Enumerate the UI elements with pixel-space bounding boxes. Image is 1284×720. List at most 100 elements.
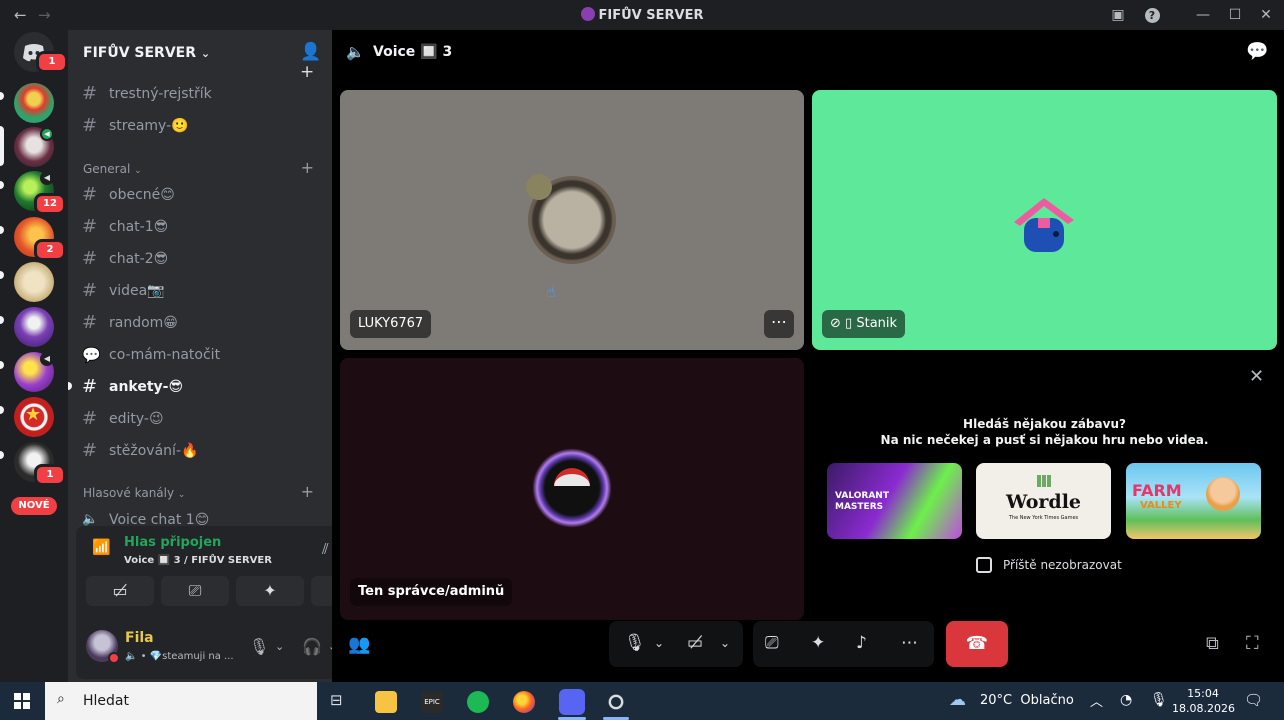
- activity-card-valorant[interactable]: VALORANT MASTERS: [827, 463, 962, 539]
- share-screen-button[interactable]: ⎚: [161, 576, 229, 606]
- server-clown[interactable]: [14, 83, 54, 123]
- hang-up-icon: ☎: [965, 633, 989, 654]
- server-red-star[interactable]: ★: [14, 397, 54, 437]
- microphone-icon[interactable]: 🎙: [249, 637, 269, 656]
- soundboard-icon[interactable]: ♪: [856, 633, 867, 653]
- discord-home-button[interactable]: 1: [14, 32, 68, 73]
- voice-status[interactable]: Hlas připojen: [124, 535, 221, 550]
- weather-text[interactable]: 20°C Oblačno: [980, 693, 1074, 708]
- category-general[interactable]: General ⌄: [83, 162, 142, 176]
- user-name[interactable]: Fila: [125, 630, 154, 646]
- channel-item[interactable]: # chat-1😎: [76, 212, 322, 242]
- title-bar: ← → FIFŮV SERVER ▣ ? — ☐ ✕: [0, 0, 1284, 30]
- wifi-icon[interactable]: ◔: [1120, 692, 1132, 708]
- channel-item[interactable]: # chat-2😎: [76, 244, 322, 274]
- obs-icon[interactable]: [605, 691, 627, 713]
- spotify-icon[interactable]: [467, 691, 489, 713]
- microphone-tray-icon[interactable]: 🎙: [1150, 692, 1168, 708]
- dont-show-checkbox[interactable]: [976, 557, 992, 573]
- more-options-icon[interactable]: ⋯: [764, 310, 794, 338]
- clock[interactable]: 15:04 18.08.2026: [1172, 686, 1235, 716]
- activities-icon[interactable]: ✦: [811, 633, 825, 653]
- taskbar-search[interactable]: ⌕ Hledat: [45, 682, 317, 720]
- activities-icon: ✦: [263, 581, 277, 600]
- unread-pip: [0, 181, 4, 189]
- more-options-icon[interactable]: ⋯: [901, 633, 918, 653]
- maximize-icon[interactable]: ☐: [1225, 5, 1245, 25]
- activity-card-farm[interactable]: FARM VALLEY: [1126, 463, 1261, 539]
- headphones-icon[interactable]: 🎧: [302, 637, 322, 656]
- help-icon[interactable]: ?: [1142, 5, 1162, 25]
- new-badge[interactable]: NOVÉ: [11, 497, 57, 515]
- firefox-icon[interactable]: [513, 691, 535, 713]
- windows-start-icon[interactable]: [14, 693, 30, 709]
- speaker-icon: ◀: [40, 352, 54, 366]
- discord-taskbar-icon[interactable]: [559, 689, 585, 715]
- channel-item[interactable]: # trestný-rejstřík: [76, 79, 322, 109]
- server-beige[interactable]: [14, 262, 54, 302]
- task-view-icon[interactable]: ⊟: [330, 691, 343, 709]
- screen-share-icon: ⎚: [188, 581, 202, 600]
- chevron-up-icon[interactable]: ︿: [1090, 691, 1103, 710]
- server-ace[interactable]: 1: [14, 442, 66, 486]
- server-fifa[interactable]: ◀: [14, 127, 54, 167]
- hash-icon: #: [82, 440, 98, 461]
- speaker-icon: ◀: [40, 127, 54, 141]
- server-green[interactable]: ◀ 12: [14, 171, 66, 215]
- activity-card-wordle[interactable]: Wordle The New York Times Games: [976, 463, 1111, 539]
- invite-user-icon[interactable]: 👥: [348, 634, 370, 655]
- mic-camera-controls: 🎙 ⌄ ▭̸ ⌄: [609, 621, 743, 667]
- server-orange[interactable]: 2: [14, 217, 66, 261]
- voice-call-area: 🔈 Voice 🔲 3 💬 ☝ LUKY6767 ⋯ ⊘ ▯ Stanik Te…: [332, 30, 1284, 682]
- disconnect-button[interactable]: ☎: [946, 621, 1008, 667]
- server-purple-girl[interactable]: [14, 307, 54, 347]
- forum-icon: 💬: [82, 346, 101, 364]
- mobile-icon: ▯: [845, 316, 853, 331]
- epic-games-icon[interactable]: EPIC: [421, 691, 443, 713]
- participant-name: Ten správce/adminŭ: [350, 578, 513, 606]
- notification-icon[interactable]: 🗨: [1244, 691, 1263, 709]
- server-name: FIFŮV SERVER ⌄: [83, 45, 211, 61]
- chat-bubble-icon[interactable]: 💬: [1246, 41, 1268, 62]
- server-header[interactable]: FIFŮV SERVER ⌄ 👤+: [68, 30, 332, 82]
- close-window-icon[interactable]: ✕: [1256, 5, 1276, 25]
- channel-item[interactable]: # streamy-🙂: [76, 111, 322, 141]
- add-channel-icon[interactable]: +: [301, 158, 314, 177]
- voice-channel-path[interactable]: Voice 🔲 3 / FIFŮV SERVER: [124, 555, 272, 566]
- inbox-icon[interactable]: ▣: [1108, 5, 1128, 25]
- fullscreen-icon[interactable]: ⛶: [1246, 633, 1259, 654]
- server-rail: 1 ◀ ◀ 12 2 ◀ ★ 1 NOVÉ: [0, 30, 68, 682]
- microphone-icon[interactable]: 🎙: [624, 633, 646, 653]
- screen-share-icon[interactable]: ⎚: [765, 633, 779, 653]
- channel-item[interactable]: # ankety-😎: [76, 372, 322, 402]
- channel-item[interactable]: # edity-😉: [76, 404, 322, 434]
- channel-item[interactable]: # stěžování-🔥: [76, 436, 322, 466]
- unread-pip: [0, 271, 4, 279]
- participant-name-tag: ⊘ ▯ Stanik: [822, 310, 906, 338]
- popout-icon[interactable]: ⧉: [1206, 633, 1219, 654]
- forum-channel-item[interactable]: 💬 co-mám-natočit: [76, 340, 322, 370]
- channel-item[interactable]: # obecné😊: [76, 180, 322, 210]
- participant-tile[interactable]: ⊘ ▯ Stanik: [812, 90, 1277, 350]
- channel-item[interactable]: # videa📷: [76, 276, 322, 306]
- server-purple-yellow[interactable]: ◀: [14, 352, 54, 392]
- category-voice[interactable]: Hlasové kanály ⌄: [83, 486, 185, 500]
- minimize-icon[interactable]: —: [1193, 5, 1213, 25]
- add-channel-icon[interactable]: +: [301, 482, 314, 501]
- selected-pip: [0, 126, 4, 166]
- camera-off-button[interactable]: ▭̸: [86, 576, 154, 606]
- camera-off-icon[interactable]: ▭̸: [687, 633, 703, 653]
- participant-tile[interactable]: ☝ LUKY6767 ⋯: [340, 90, 804, 350]
- dont-show-label[interactable]: Příště nezobrazovat: [1003, 558, 1122, 572]
- close-icon[interactable]: ✕: [1249, 366, 1264, 387]
- add-user-icon[interactable]: 👤+: [300, 42, 332, 82]
- chevron-down-icon[interactable]: ⌄: [275, 640, 284, 653]
- chevron-down-icon[interactable]: ⌄: [720, 636, 730, 650]
- channel-item[interactable]: # random😁: [76, 308, 322, 338]
- participant-tile[interactable]: Ten správce/adminŭ: [340, 358, 804, 620]
- noise-suppression-icon[interactable]: ⫽: [322, 540, 329, 558]
- activities-button[interactable]: ✦: [236, 576, 304, 606]
- unread-pip: [0, 316, 4, 324]
- chevron-down-icon[interactable]: ⌄: [654, 636, 664, 650]
- file-explorer-icon[interactable]: [375, 691, 397, 713]
